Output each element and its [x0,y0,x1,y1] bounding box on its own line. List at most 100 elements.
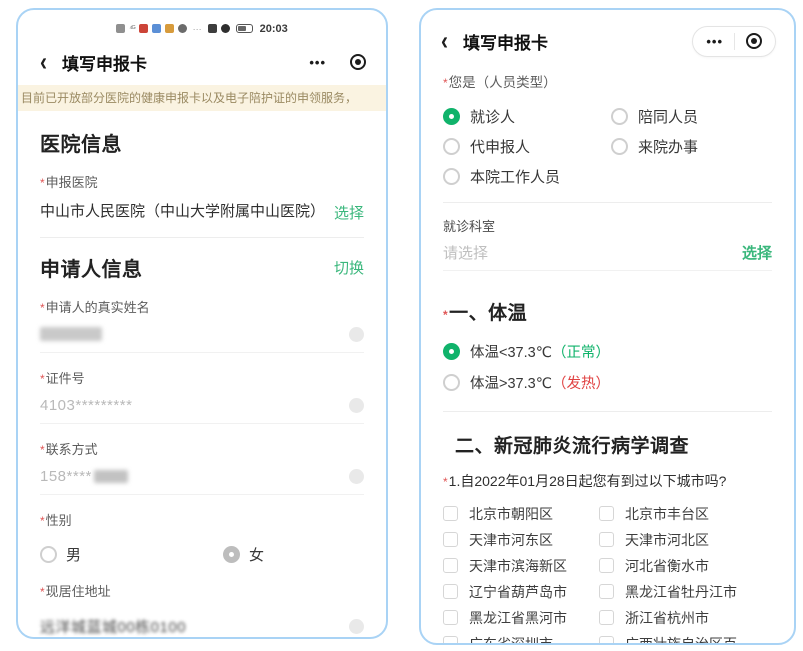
city-checkbox[interactable]: 北京市丰台区 [599,504,772,525]
city-checkbox[interactable]: 辽宁省葫芦岛市 [443,582,599,603]
city-checkbox[interactable]: 河北省衡水市 [599,556,772,577]
checkbox-unchecked-icon [443,636,458,645]
gender-option-female[interactable]: 女 [223,544,264,565]
required-mark: * [40,514,45,528]
required-mark: * [40,372,45,386]
gender-option-label: 男 [66,544,81,565]
mute-icon [221,24,230,33]
gender-option-label: 女 [249,544,264,565]
temperature-option-fever[interactable]: 体温>37.3℃（发热） [443,372,772,393]
notification-app-icon [178,24,187,33]
checkbox-unchecked-icon [443,584,458,599]
checkbox-label: 广西壮族自治区百色市 [625,634,743,645]
radio-label: 体温<37.3℃（正常） [470,341,610,362]
checkbox-label: 广东省深圳市 [469,634,553,645]
department-select-row[interactable]: 请选择 选择 [443,235,772,271]
radio-unselected-icon [40,546,57,563]
section-divider [443,411,772,412]
phone-input[interactable]: 158**** [40,458,364,495]
city-checkbox[interactable]: 广西壮族自治区百色市 [599,634,772,645]
temperature-section-title: *一、体温 [443,298,772,325]
city-checkbox[interactable]: 浙江省杭州市 [599,608,772,629]
radio-selected-icon [443,343,460,360]
checkbox-label: 北京市丰台区 [625,504,709,524]
notification-app-icon [152,24,161,33]
checkbox-label: 河北省衡水市 [625,556,709,576]
city-checkbox[interactable]: 黑龙江省牡丹江市 [599,582,772,603]
temperature-option-normal[interactable]: 体温<37.3℃（正常） [443,341,772,362]
more-menu-icon[interactable]: ••• [309,56,326,69]
miniprogram-capsule: ••• [692,26,776,57]
status-more-dots: ··· [193,24,202,34]
checkbox-unchecked-icon [443,532,458,547]
notice-marquee: 目前已开放部分医院的健康申报卡以及电子陪护证的申领服务， [18,85,386,111]
city-checkbox[interactable]: 天津市河东区 [443,530,599,551]
department-label: 就诊科室 [443,216,772,235]
radio-label: 就诊人 [470,106,515,127]
radio-label: 陪同人员 [638,106,698,127]
applicant-section-title: 申请人信息 [40,253,143,282]
name-input[interactable] [40,316,364,353]
epidemiology-section-title: 二、新冠肺炎流行病学调查 [443,431,772,458]
redacted-name-value [40,327,102,341]
notification-app-icon [139,24,148,33]
alarm-icon [208,24,217,33]
required-mark: * [40,301,45,315]
name-field-label: *申请人的真实姓名 [40,297,364,316]
city-checkbox[interactable]: 黑龙江省黑河市 [443,608,599,629]
person-type-option-staff[interactable]: 本院工作人员 [443,166,611,187]
page-title: 填写申报卡 [463,29,548,54]
required-mark: * [443,76,448,90]
person-type-option-proxy[interactable]: 代申报人 [443,136,611,157]
cities-checkbox-group: 北京市朝阳区 北京市丰台区 天津市河东区 天津市河北区 天津市滨海新区 河北省衡… [443,504,772,645]
person-type-option-visitor[interactable]: 来院办事 [611,136,772,157]
hospital-select-row[interactable]: 中山市人民医院（中山大学附属中山医院） 选择 [40,200,364,223]
checkbox-unchecked-icon [443,610,458,625]
person-type-label: *您是（人员类型） [443,71,772,91]
switch-applicant-link[interactable]: 切换 [334,257,364,278]
temperature-radio-group: 体温<37.3℃（正常） 体温>37.3℃（发热） [443,341,772,393]
address-input[interactable]: 远洋城蓝城00栋0100 [40,611,364,639]
radio-unselected-icon [443,374,460,391]
miniprogram-close-icon[interactable] [350,54,366,70]
department-placeholder: 请选择 [443,242,742,263]
back-icon[interactable]: ‹ [38,49,49,75]
miniprogram-close-icon[interactable] [746,33,762,49]
hospital-select-link[interactable]: 选择 [334,202,364,223]
checkbox-unchecked-icon [599,636,614,645]
city-checkbox[interactable]: 北京市朝阳区 [443,504,599,525]
radio-label: 本院工作人员 [470,166,560,187]
section-divider [40,237,364,238]
person-type-option-companion[interactable]: 陪同人员 [611,106,772,127]
phone-field-label: *联系方式 [40,439,364,458]
checkbox-unchecked-icon [443,506,458,521]
lock-icon [349,327,364,342]
left-navbar: ‹ 填写申报卡 ••• [38,45,366,79]
checkbox-label: 黑龙江省黑河市 [469,608,567,628]
person-type-option-patient[interactable]: 就诊人 [443,106,611,127]
redacted-phone-value [94,470,128,483]
more-menu-icon[interactable]: ••• [706,35,723,48]
city-checkbox[interactable]: 广东省深圳市 [443,634,599,645]
checkbox-label: 天津市滨海新区 [469,556,567,576]
notification-app-icon [116,24,125,33]
id-value: 4103********* [40,397,132,414]
department-select-link[interactable]: 选择 [742,242,772,263]
radio-selected-icon [223,546,240,563]
radio-selected-icon [443,108,460,125]
left-phone-panel: ⁴ᴳ ··· 20:03 ‹ 填写申报卡 ••• 目前已开放部分医院的健康申报卡… [16,8,388,639]
back-icon[interactable]: ‹ [439,28,450,54]
id-input[interactable]: 4103********* [40,387,364,424]
gender-field-label: *性别 [40,510,364,529]
checkbox-unchecked-icon [599,506,614,521]
checkbox-label: 黑龙江省牡丹江市 [625,582,737,602]
checkbox-unchecked-icon [599,558,614,573]
normal-note: （正常） [552,345,610,361]
page-title: 填写申报卡 [62,50,147,75]
radio-unselected-icon [611,108,628,125]
city-checkbox[interactable]: 天津市河北区 [599,530,772,551]
hospital-section-title: 医院信息 [40,128,364,157]
city-checkbox[interactable]: 天津市滨海新区 [443,556,599,577]
gender-option-male[interactable]: 男 [40,544,223,565]
checkbox-label: 辽宁省葫芦岛市 [469,582,567,602]
